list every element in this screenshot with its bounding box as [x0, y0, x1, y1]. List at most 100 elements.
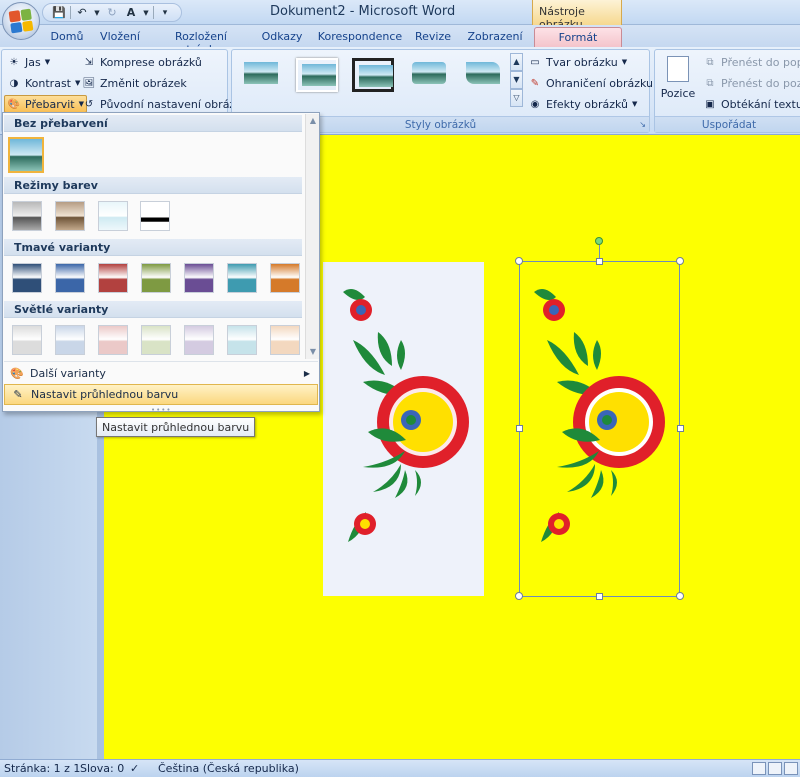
sepia-swatch[interactable]: [55, 201, 85, 231]
style-thumbnail[interactable]: [408, 58, 450, 92]
light-variant-swatch[interactable]: [270, 325, 300, 355]
dark-variant-swatch[interactable]: [270, 263, 300, 293]
tab-insert[interactable]: Vložení: [95, 27, 145, 47]
resize-handle-top-right[interactable]: [676, 257, 684, 265]
resize-handle-bottom-right[interactable]: [676, 592, 684, 600]
gallery-down-icon[interactable]: ▼: [510, 71, 523, 89]
picture-border-button[interactable]: ✎ Ohraničení obrázku ▼: [528, 74, 663, 92]
style-thumbnail[interactable]: [462, 58, 504, 92]
format-dropdown-icon[interactable]: ▼: [142, 5, 150, 20]
spellcheck-icon[interactable]: ✓: [130, 762, 139, 775]
undo-dropdown-icon[interactable]: ▼: [93, 5, 101, 20]
style-thumbnail[interactable]: [240, 58, 282, 92]
dark-variant-swatch[interactable]: [12, 263, 42, 293]
resize-handle-right[interactable]: [677, 425, 684, 432]
tab-home[interactable]: Domů: [45, 27, 89, 47]
scroll-down-icon[interactable]: ▼: [306, 345, 320, 359]
chevron-down-icon: ▼: [621, 58, 628, 66]
light-variant-swatch[interactable]: [98, 325, 128, 355]
page-count[interactable]: Stránka: 1 z 1: [4, 762, 80, 775]
office-button[interactable]: [2, 2, 40, 40]
light-variant-swatch[interactable]: [55, 325, 85, 355]
dark-variant-swatch[interactable]: [98, 263, 128, 293]
scroll-up-icon[interactable]: ▲: [306, 114, 320, 128]
print-layout-view-icon[interactable]: [752, 762, 766, 775]
resize-handle-left[interactable]: [516, 425, 523, 432]
resize-handle-bottom[interactable]: [596, 593, 603, 600]
tab-format[interactable]: Formát: [534, 27, 622, 47]
save-icon[interactable]: 💾: [51, 5, 67, 20]
dark-variant-swatch[interactable]: [55, 263, 85, 293]
set-transparent-color-item[interactable]: ✎ Nastavit průhlednou barvu: [4, 384, 318, 405]
tab-view[interactable]: Zobrazení: [465, 27, 525, 47]
gallery-scroll[interactable]: ▲ ▼ ▽: [510, 53, 523, 109]
black-white-swatch[interactable]: [140, 201, 170, 231]
picture-effects-button[interactable]: ◉ Efekty obrázků ▼: [528, 95, 638, 113]
shape-icon: ▭: [530, 56, 540, 68]
resize-handle-top-left[interactable]: [515, 257, 523, 265]
menu-divider: [4, 361, 318, 362]
recolor-button[interactable]: 🎨 Přebarvit ▼: [4, 95, 88, 113]
resize-handle-bottom-left[interactable]: [515, 592, 523, 600]
full-screen-view-icon[interactable]: [768, 762, 782, 775]
redo-icon[interactable]: ↻: [104, 5, 120, 20]
chevron-down-icon: ▼: [44, 58, 51, 66]
light-variant-swatch[interactable]: [227, 325, 257, 355]
dark-variant-swatch[interactable]: [227, 263, 257, 293]
menu-scrollbar[interactable]: ▲ ▼: [305, 114, 319, 359]
quick-access-toolbar: 💾 ↶ ▼ ↻ A ▼ ▾: [42, 3, 182, 22]
separator: [153, 6, 154, 19]
word-count[interactable]: Slova: 0: [80, 762, 124, 775]
rotate-handle[interactable]: [595, 237, 603, 245]
tab-review[interactable]: Revize: [412, 27, 454, 47]
compress-label: Komprese obrázků: [100, 55, 202, 69]
folk-ornament-picture[interactable]: [323, 262, 484, 596]
compress-button[interactable]: ⇲ Komprese obrázků: [82, 53, 202, 71]
brightness-icon: ☀: [9, 56, 19, 68]
send-back-label: Přenést do pozad: [721, 76, 800, 90]
wrap-text-button[interactable]: ▣ Obtékání textu ▼: [703, 95, 800, 113]
washout-swatch[interactable]: [98, 201, 128, 231]
recolor-label: Přebarvit: [25, 97, 75, 111]
web-layout-view-icon[interactable]: [784, 762, 798, 775]
style-thumbnail[interactable]: [352, 58, 394, 92]
context-tab-title: Nástroje obrázku: [532, 0, 622, 31]
no-recolor-swatch[interactable]: [8, 137, 44, 173]
eyedropper-icon: ✎: [13, 388, 23, 401]
style-preview: [412, 62, 446, 84]
format-icon[interactable]: A: [123, 5, 139, 20]
position-button[interactable]: Pozice: [659, 54, 697, 114]
resize-handle-top[interactable]: [596, 258, 603, 265]
reset-picture-button[interactable]: ↺ Původní nastavení obrázku: [82, 95, 248, 113]
ribbon-tabs: Domů Vložení Rozložení stránky Odkazy Ko…: [0, 25, 800, 56]
border-pen-icon: ✎: [530, 77, 540, 89]
set-transparent-label: Nastavit průhlednou barvu: [31, 388, 179, 401]
tab-mailings[interactable]: Korespondence: [316, 27, 404, 47]
light-variant-swatch[interactable]: [184, 325, 214, 355]
dark-variant-swatch[interactable]: [141, 263, 171, 293]
gallery-up-icon[interactable]: ▲: [510, 53, 523, 71]
change-picture-button[interactable]: 🖼 Změnit obrázek: [82, 74, 187, 92]
tab-page-layout[interactable]: Rozložení stránky: [155, 27, 247, 56]
style-thumbnail[interactable]: [296, 58, 338, 92]
contrast-button[interactable]: ◑ Kontrast ▼: [7, 74, 81, 92]
dialog-launcher-icon[interactable]: ↘: [639, 120, 646, 129]
window-title: Dokument2 - Microsoft Word: [270, 4, 456, 19]
brightness-button[interactable]: ☀ Jas ▼: [7, 53, 51, 71]
tab-references[interactable]: Odkazy: [257, 27, 307, 47]
light-variant-swatch[interactable]: [12, 325, 42, 355]
position-icon: [667, 56, 689, 82]
customize-icon[interactable]: ▾: [157, 5, 173, 20]
resize-grip-icon[interactable]: ••••: [151, 406, 172, 414]
more-variants-item[interactable]: 🎨 Další varianty ▶: [4, 363, 318, 384]
grayscale-swatch[interactable]: [12, 201, 42, 231]
undo-icon[interactable]: ↶: [74, 5, 90, 20]
color-modes-header: Režimy barev: [4, 177, 302, 194]
style-preview: [302, 64, 336, 86]
language[interactable]: Čeština (Česká republika): [158, 762, 299, 775]
gallery-more-icon[interactable]: ▽: [510, 89, 523, 107]
light-variant-swatch[interactable]: [141, 325, 171, 355]
dark-variant-swatch[interactable]: [184, 263, 214, 293]
chevron-down-icon: ▼: [75, 79, 81, 87]
picture-shape-button[interactable]: ▭ Tvar obrázku ▼: [528, 53, 627, 71]
